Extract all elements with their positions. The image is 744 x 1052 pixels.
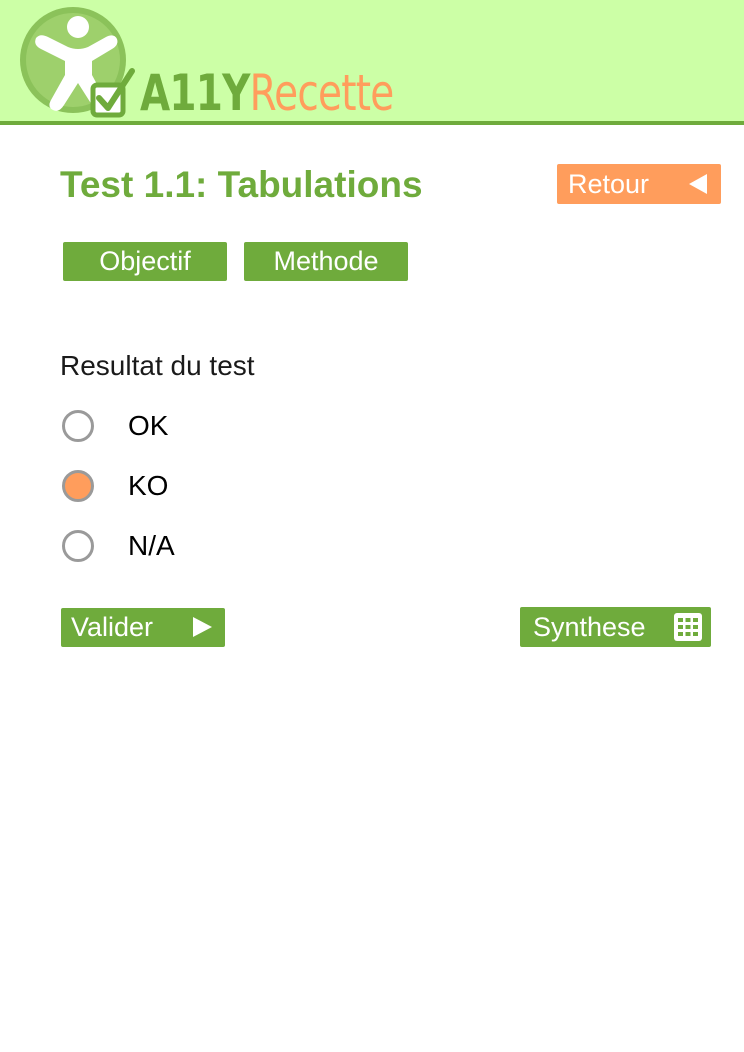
synthese-button[interactable]: Synthese [520,607,711,647]
methode-button[interactable]: Methode [244,242,408,281]
logo-text-a11y: A11Y [140,64,250,122]
page-title: Test 1.1: Tabulations [60,164,423,205]
radio-button-ko[interactable] [62,470,94,502]
valider-button-label: Valider [71,612,154,642]
app-logo[interactable]: A11YRecette [18,5,398,123]
radio-button-ok[interactable] [62,410,94,442]
methode-button-label: Methode [273,246,379,276]
table-grid-icon [674,613,702,641]
synthese-button-label: Synthese [533,611,646,642]
objectif-button[interactable]: Objectif [63,242,227,281]
radio-option-ok[interactable]: OK [61,409,361,443]
radio-label-ok: OK [128,410,169,441]
logo-wordmark: A11YRecette [140,63,395,123]
checkbox-checked-icon [90,68,135,118]
app-header: A11YRecette [0,0,744,125]
objectif-button-label: Objectif [99,246,191,276]
result-section-label: Resultat du test [60,350,255,381]
radio-option-na[interactable]: N/A [61,529,361,563]
valider-button[interactable]: Valider [61,608,225,647]
left-triangle-icon [689,174,707,194]
radio-label-ko: KO [128,470,169,501]
logo-text-recette: Recette [249,64,395,122]
radio-option-ko[interactable]: KO [61,469,361,503]
retour-button[interactable]: Retour [557,164,721,204]
radio-label-na: N/A [128,530,175,561]
radio-button-na[interactable] [62,530,94,562]
right-triangle-icon [193,617,212,637]
retour-button-label: Retour [568,168,650,199]
